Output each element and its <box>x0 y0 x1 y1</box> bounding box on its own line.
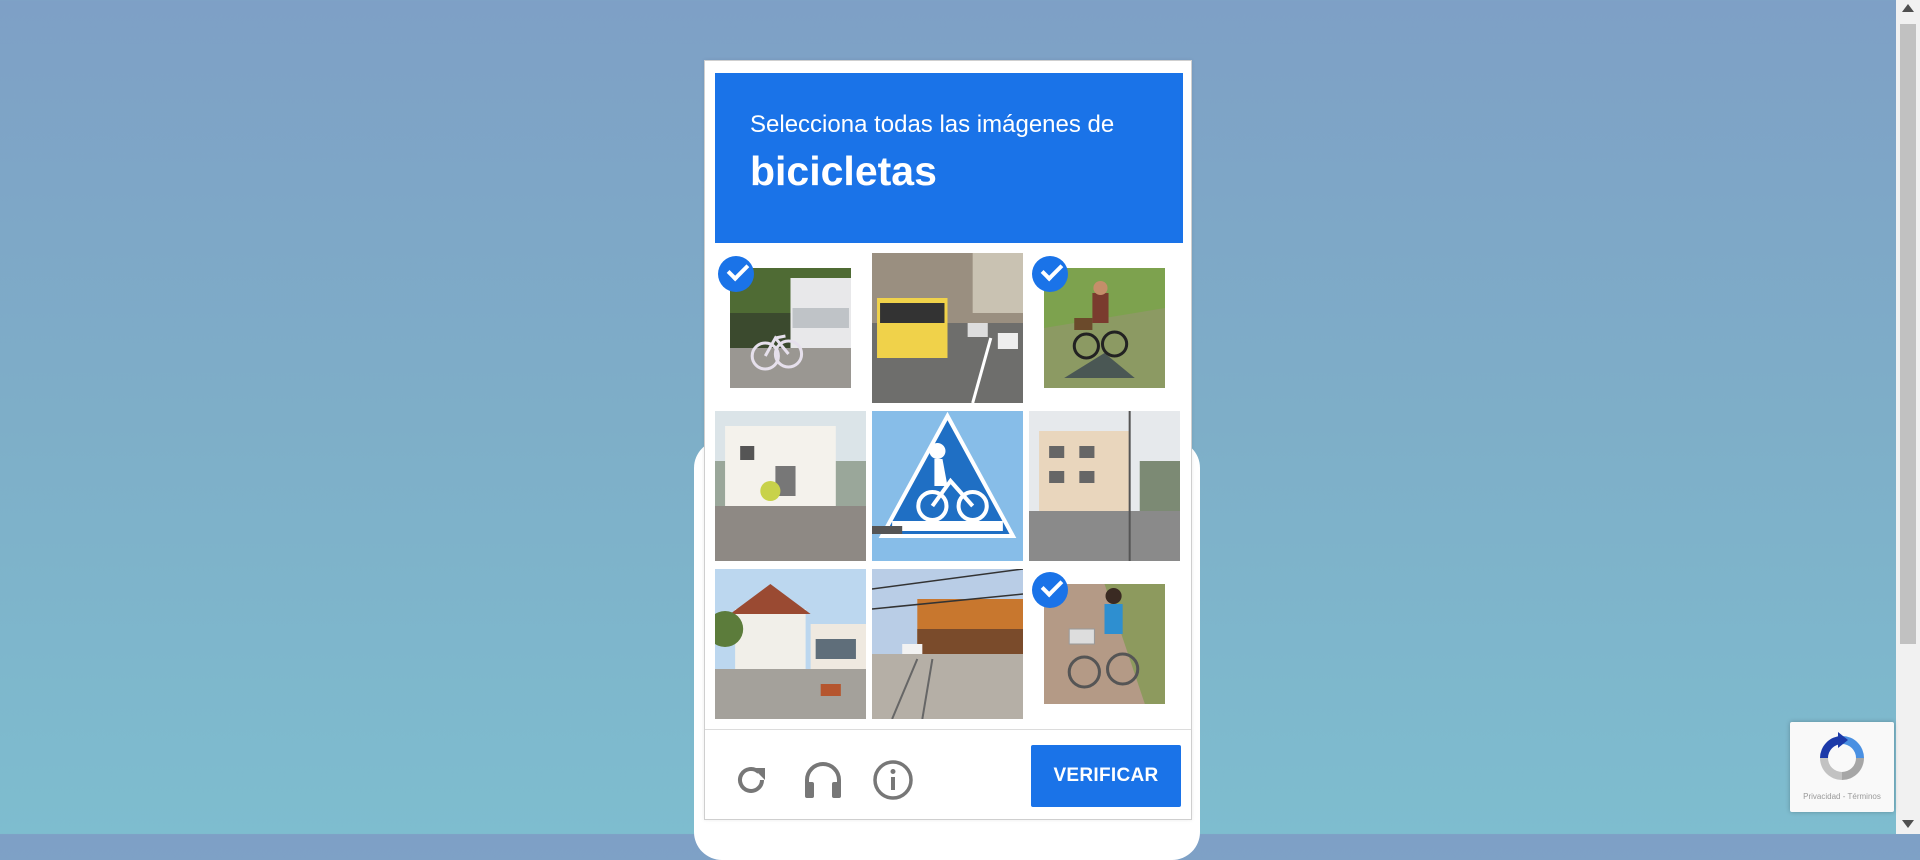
image-tile[interactable] <box>715 253 866 403</box>
verify-button[interactable]: VERIFICAR <box>1031 745 1181 807</box>
captcha-challenge: Selecciona todas las imágenes de bicicle… <box>704 60 1192 820</box>
info-icon[interactable] <box>871 758 915 802</box>
image-tile[interactable] <box>715 569 866 719</box>
privacy-link[interactable]: Privacidad <box>1803 792 1840 801</box>
tile-image <box>1029 411 1180 561</box>
checkmark-icon <box>1032 572 1068 608</box>
badge-separator: - <box>1842 792 1846 801</box>
challenge-prompt: Selecciona todas las imágenes de bicicle… <box>715 73 1183 243</box>
footer-divider <box>705 729 1191 730</box>
recaptcha-badge[interactable]: Privacidad - Términos <box>1790 722 1894 812</box>
tile-image <box>872 411 1023 561</box>
prompt-target: bicicletas <box>750 148 937 194</box>
tile-image <box>872 569 1023 719</box>
tile-image <box>715 411 866 561</box>
scroll-up-arrow-icon[interactable] <box>1902 4 1914 12</box>
tile-image <box>872 253 1023 403</box>
tile-image <box>715 569 866 719</box>
scroll-down-arrow-icon[interactable] <box>1902 820 1914 828</box>
checkmark-icon <box>718 256 754 292</box>
image-tile[interactable] <box>1029 569 1180 719</box>
terms-link[interactable]: Términos <box>1848 792 1881 801</box>
prompt-instruction: Selecciona todas las imágenes de <box>750 111 1115 138</box>
image-tile[interactable] <box>872 253 1023 403</box>
checkmark-icon <box>1032 256 1068 292</box>
vertical-scrollbar[interactable] <box>1896 0 1920 834</box>
image-tile[interactable] <box>715 411 866 561</box>
recaptcha-logo-icon <box>1820 732 1864 780</box>
image-tile[interactable] <box>872 411 1023 561</box>
image-tile[interactable] <box>1029 253 1180 403</box>
image-grid <box>715 253 1183 719</box>
badge-links: Privacidad - Términos <box>1790 792 1894 801</box>
scroll-thumb[interactable] <box>1900 24 1916 644</box>
reload-icon[interactable] <box>729 758 773 802</box>
headphones-icon[interactable] <box>801 758 845 802</box>
image-tile[interactable] <box>1029 411 1180 561</box>
image-tile[interactable] <box>872 569 1023 719</box>
